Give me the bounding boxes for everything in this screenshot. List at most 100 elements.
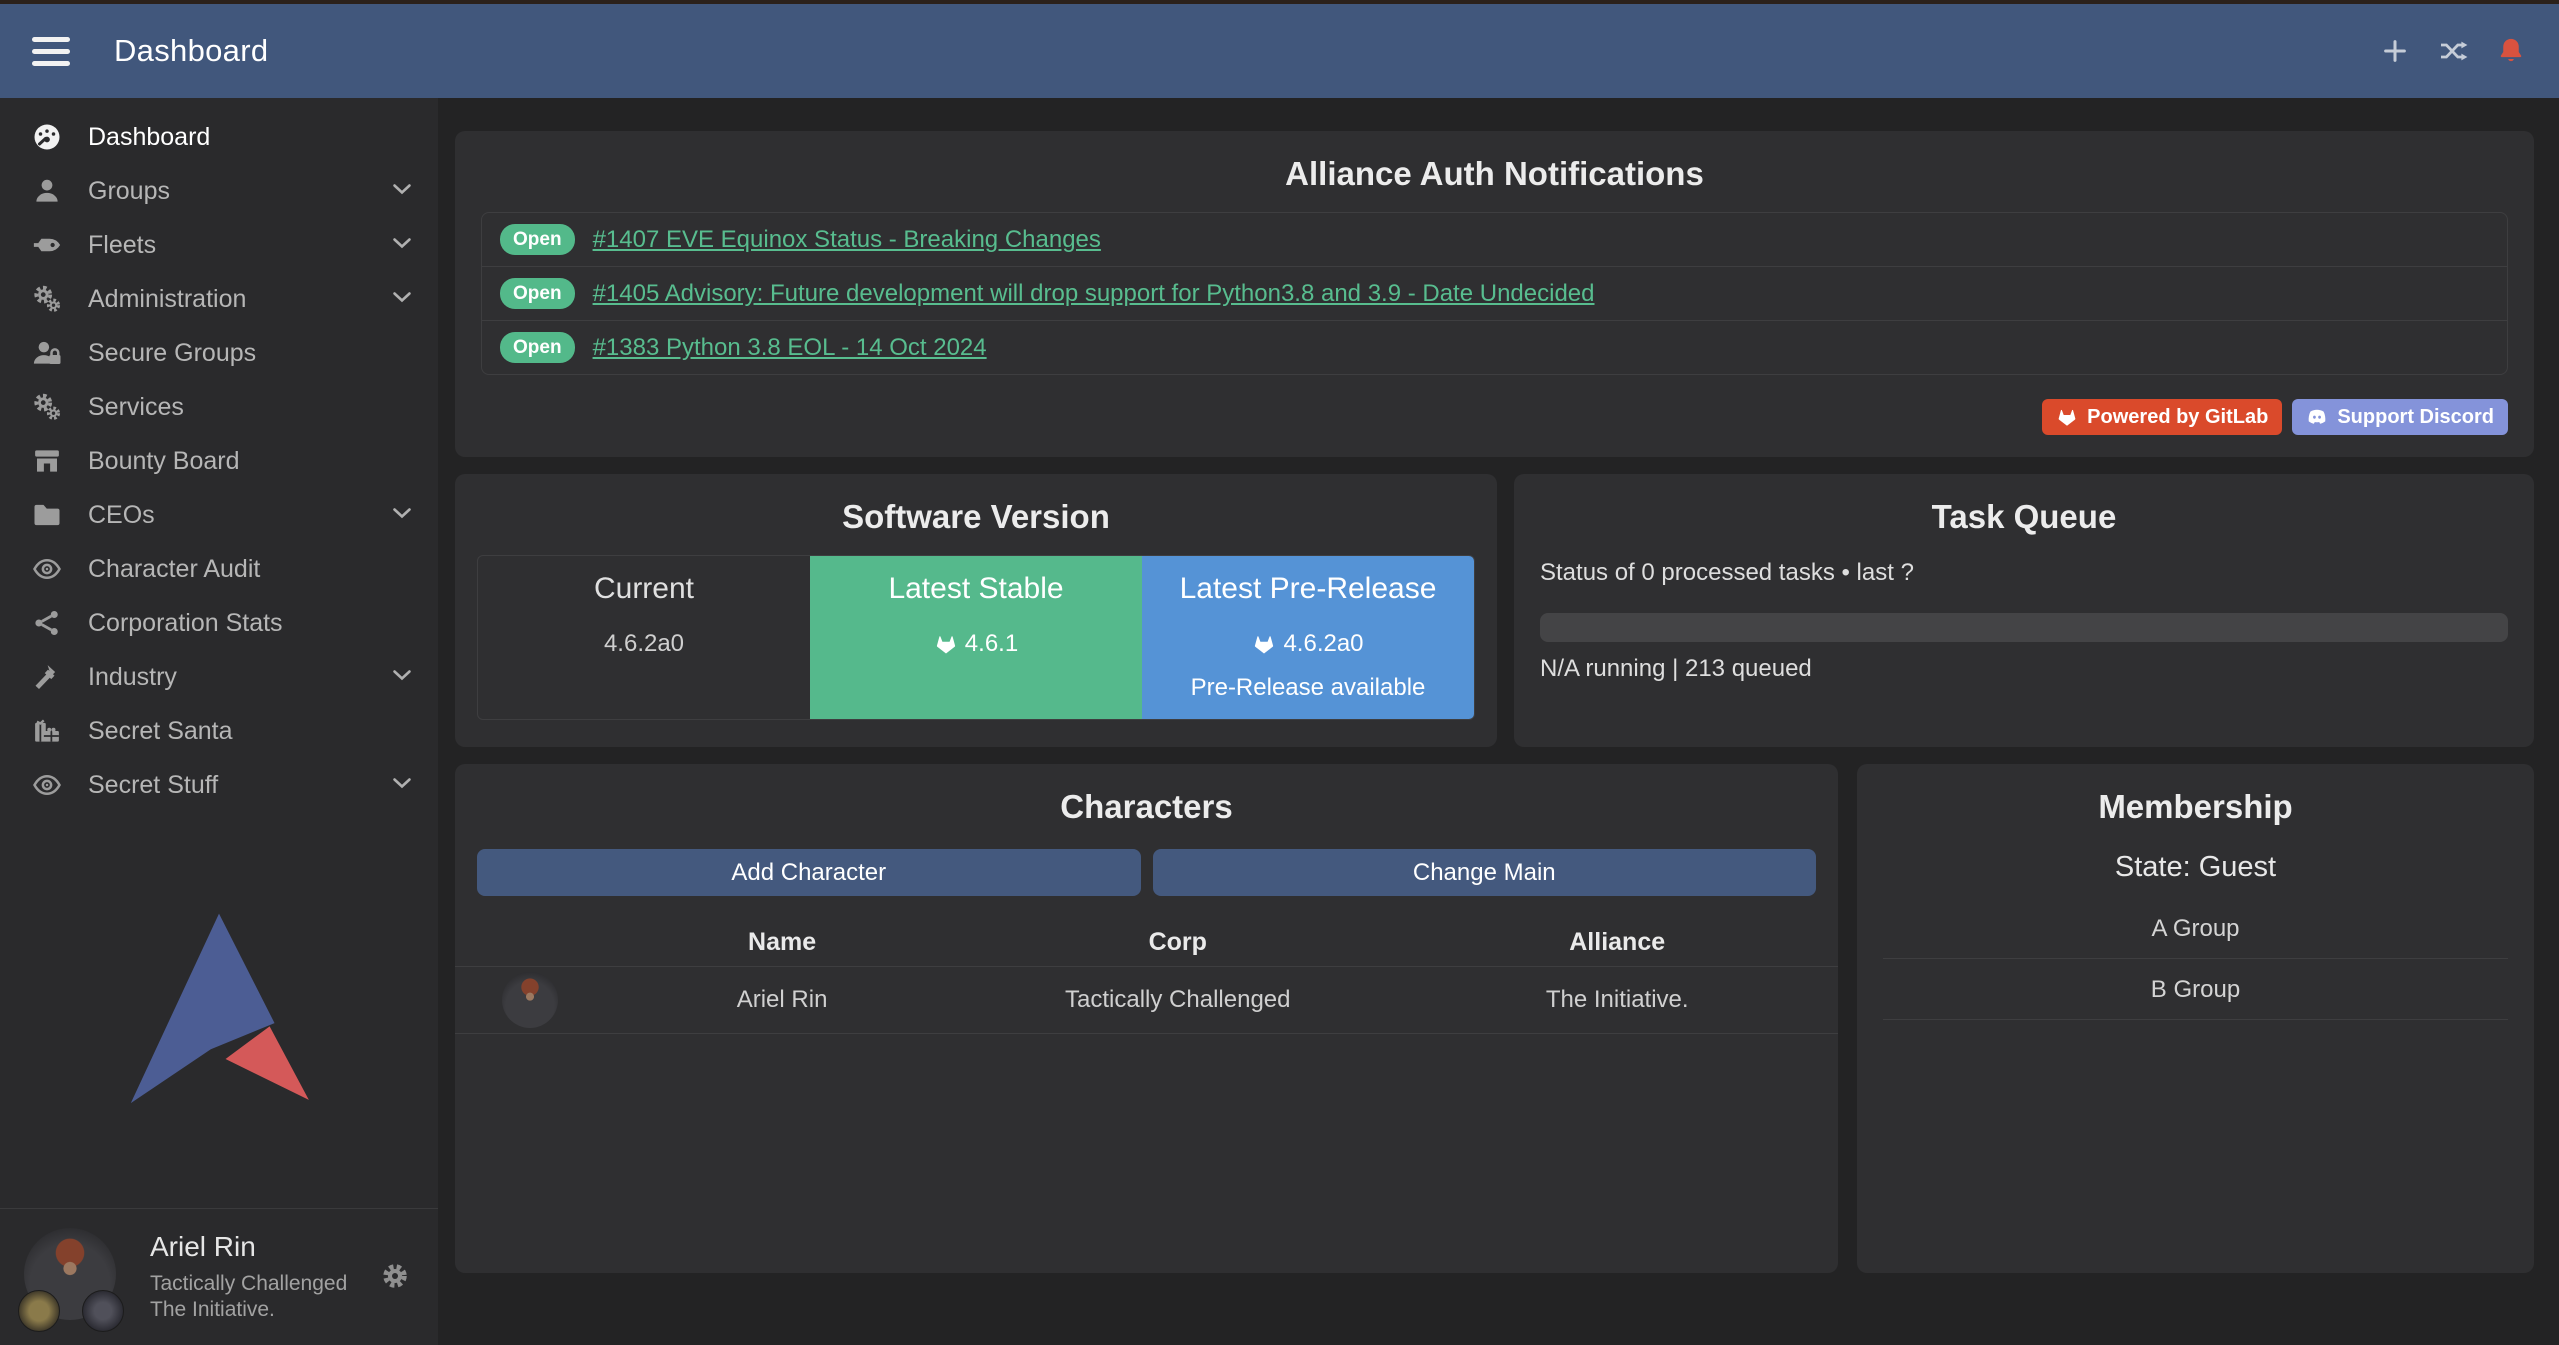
sidebar-item-fleets[interactable]: Fleets (0, 218, 438, 272)
user-corp: Tactically Challenged (150, 1271, 347, 1297)
characters-table: Name Corp Alliance Ariel Rin Tactically … (455, 918, 1838, 1034)
bell-icon[interactable] (2495, 35, 2527, 67)
characters-table-header: Name Corp Alliance (455, 918, 1838, 967)
gitlab-icon (934, 632, 958, 656)
character-corp: Tactically Challenged (959, 986, 1396, 1014)
top-navbar: Dashboard (0, 0, 2559, 98)
hamburger-menu-icon[interactable] (32, 37, 70, 66)
gauge-icon (26, 122, 68, 152)
notification-link[interactable]: #1383 Python 3.8 EOL - 14 Oct 2024 (593, 334, 987, 362)
task-queue-counts: N/A running | 213 queued (1540, 655, 2508, 683)
page-title: Dashboard (114, 33, 268, 69)
chevron-down-icon (390, 177, 414, 206)
share-nodes-icon (26, 608, 68, 638)
version-cell-latest-stable: Latest Stable 4.6.1 (810, 556, 1142, 719)
sidebar-item-administration[interactable]: Administration (0, 272, 438, 326)
user-icon (26, 176, 68, 206)
sidebar-item-secret-santa[interactable]: Secret Santa (0, 704, 438, 758)
alliance-auth-logo (0, 812, 438, 1208)
sidebar-item-services[interactable]: Services (0, 380, 438, 434)
characters-title: Characters (455, 790, 1838, 823)
notification-item: Open #1383 Python 3.8 EOL - 14 Oct 2024 (482, 321, 2507, 374)
version-cell-latest-prerelease: Latest Pre-Release 4.6.2a0 Pre-Release a… (1142, 556, 1474, 719)
gears-icon (26, 392, 68, 422)
sidebar-item-bounty-board[interactable]: Bounty Board (0, 434, 438, 488)
sidebar-nav: Dashboard Groups Fleets Administration (0, 98, 438, 812)
user-avatar (24, 1222, 128, 1332)
notification-link[interactable]: #1407 EVE Equinox Status - Breaking Chan… (593, 226, 1101, 254)
characters-panel: Characters Add Character Change Main Nam… (455, 764, 1838, 1273)
notifications-title: Alliance Auth Notifications (455, 157, 2534, 190)
discord-icon (2306, 406, 2328, 428)
sidebar-item-secret-stuff[interactable]: Secret Stuff (0, 758, 438, 812)
gitlab-icon (1252, 632, 1276, 656)
alliance-auth-app: Dashboard Dashboard Groups (0, 0, 2559, 1345)
sidebar-item-groups[interactable]: Groups (0, 164, 438, 218)
membership-panel: Membership State: Guest A Group B Group (1857, 764, 2534, 1273)
notification-item: Open #1407 EVE Equinox Status - Breaking… (482, 213, 2507, 267)
character-alliance: The Initiative. (1396, 986, 1838, 1014)
navbar-actions (2379, 35, 2527, 67)
membership-groups-list: A Group B Group (1883, 898, 2508, 1020)
task-queue-progress-bar (1540, 613, 2508, 642)
sidebar: Dashboard Groups Fleets Administration (0, 98, 438, 1345)
task-queue-title: Task Queue (1514, 500, 2534, 533)
software-version-title: Software Version (455, 500, 1497, 533)
notifications-footer: Powered by GitLab Support Discord (481, 399, 2508, 435)
column-header-alliance: Alliance (1396, 928, 1838, 957)
status-badge: Open (500, 332, 575, 363)
status-badge: Open (500, 278, 575, 309)
corp-logo-badge (18, 1290, 60, 1332)
gears-icon (26, 284, 68, 314)
shuffle-icon[interactable] (2437, 35, 2469, 67)
hammer-icon (26, 662, 68, 692)
list-item: A Group (1883, 898, 2508, 959)
gitlab-icon (2056, 406, 2078, 428)
sidebar-item-corporation-stats[interactable]: Corporation Stats (0, 596, 438, 650)
chevron-down-icon (390, 501, 414, 530)
version-cell-current: Current 4.6.2a0 (478, 556, 810, 719)
task-queue-status: Status of 0 processed tasks • last ? (1540, 559, 2508, 587)
plus-icon[interactable] (2379, 35, 2411, 67)
chevron-down-icon (390, 771, 414, 800)
alliance-logo-badge (82, 1290, 124, 1332)
main-content: Alliance Auth Notifications Open #1407 E… (438, 98, 2559, 1345)
software-version-table: Current 4.6.2a0 Latest Stable 4.6.1 Late… (477, 555, 1475, 720)
character-portrait (502, 972, 558, 1028)
support-discord-badge[interactable]: Support Discord (2292, 399, 2508, 435)
user-alliance: The Initiative. (150, 1297, 347, 1323)
column-header-name: Name (605, 928, 959, 957)
add-character-button[interactable]: Add Character (477, 849, 1141, 896)
chevron-down-icon (390, 231, 414, 260)
notifications-list: Open #1407 EVE Equinox Status - Breaking… (481, 212, 2508, 375)
membership-state: State: Guest (1857, 851, 2534, 884)
task-queue-panel: Task Queue Status of 0 processed tasks •… (1514, 474, 2534, 747)
sidebar-item-ceos[interactable]: CEOs (0, 488, 438, 542)
software-version-panel: Software Version Current 4.6.2a0 Latest … (455, 474, 1497, 747)
settings-gear-icon[interactable] (380, 1261, 410, 1296)
user-name: Ariel Rin (150, 1231, 347, 1263)
powered-by-gitlab-badge[interactable]: Powered by GitLab (2042, 399, 2282, 435)
notification-item: Open #1405 Advisory: Future development … (482, 267, 2507, 321)
gifts-icon (26, 716, 68, 746)
column-header-corp: Corp (959, 928, 1396, 957)
membership-title: Membership (1857, 790, 2534, 823)
user-lock-icon (26, 338, 68, 368)
sidebar-item-secure-groups[interactable]: Secure Groups (0, 326, 438, 380)
storefront-icon (26, 446, 68, 476)
status-badge: Open (500, 224, 575, 255)
sidebar-item-dashboard[interactable]: Dashboard (0, 110, 438, 164)
folder-icon (26, 500, 68, 530)
list-item: B Group (1883, 959, 2508, 1020)
notification-link[interactable]: #1405 Advisory: Future development will … (593, 280, 1595, 308)
sidebar-item-character-audit[interactable]: Character Audit (0, 542, 438, 596)
table-row: Ariel Rin Tactically Challenged The Init… (455, 967, 1838, 1034)
eye-icon (26, 554, 68, 584)
sidebar-item-industry[interactable]: Industry (0, 650, 438, 704)
notifications-panel: Alliance Auth Notifications Open #1407 E… (455, 131, 2534, 457)
chevron-down-icon (390, 663, 414, 692)
user-info: Ariel Rin Tactically Challenged The Init… (150, 1231, 347, 1324)
character-name: Ariel Rin (605, 986, 959, 1014)
dropship-icon (26, 230, 68, 260)
change-main-button[interactable]: Change Main (1153, 849, 1817, 896)
